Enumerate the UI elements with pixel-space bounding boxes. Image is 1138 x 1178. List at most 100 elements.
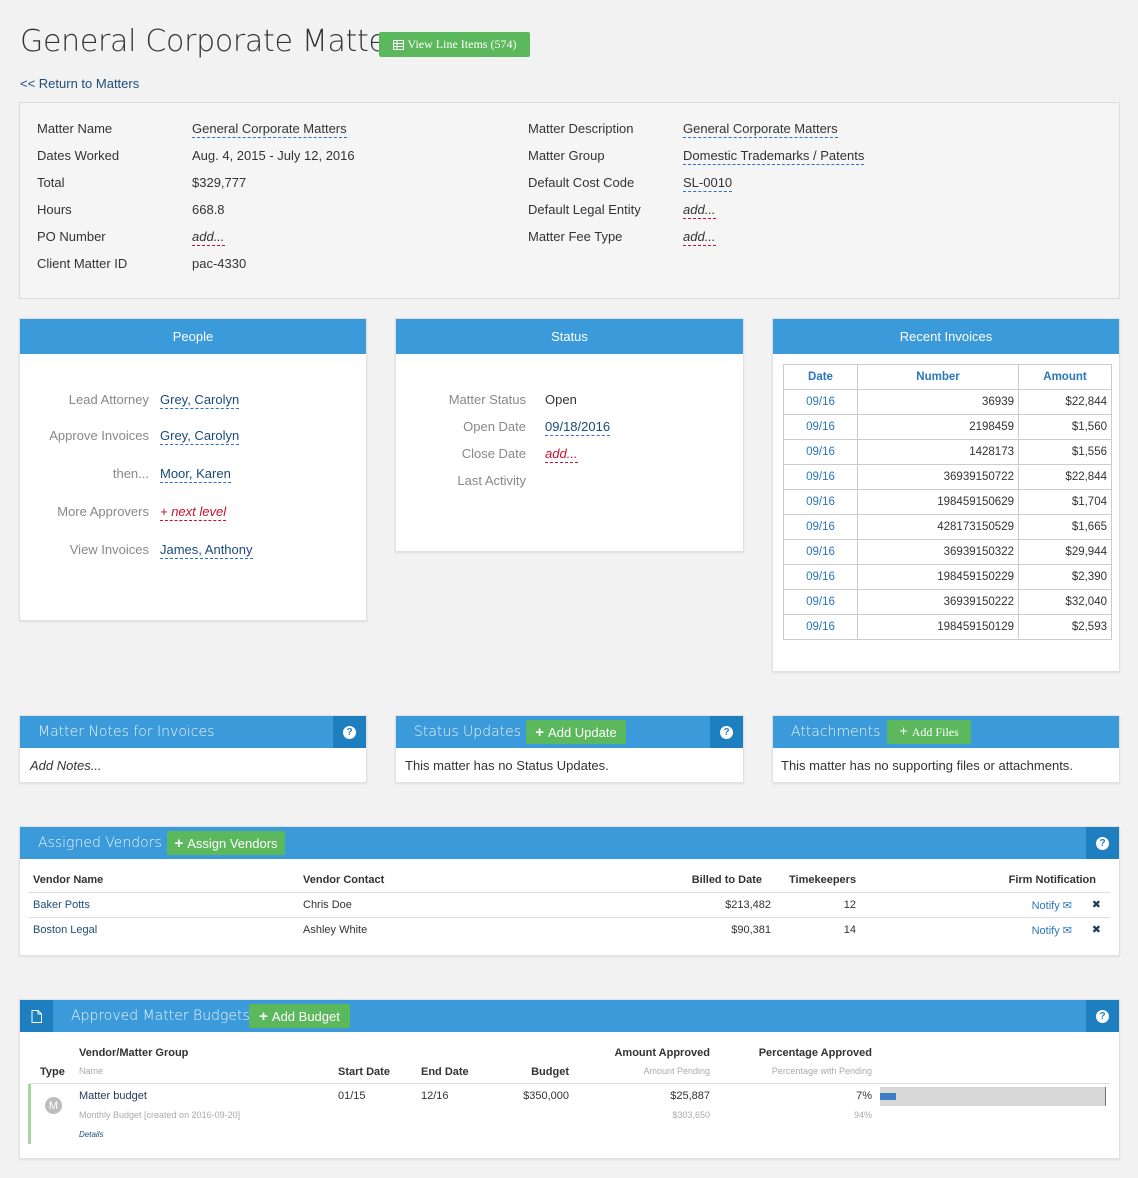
budget-col-type: Type: [40, 1066, 65, 1078]
vendor-col-timekeepers: Timekeepers: [789, 874, 857, 886]
add-update-button[interactable]: + Add Update: [526, 720, 626, 744]
table-row[interactable]: 09/16 198459150629 $1,704: [783, 489, 1112, 515]
invoice-number: 36939150222: [857, 589, 1019, 615]
matter-notes-title: Matter Notes for Invoices: [38, 724, 215, 740]
table-row[interactable]: 09/16 428173150529 $1,665: [783, 514, 1112, 540]
status-value-open-date[interactable]: 09/18/2016: [545, 419, 611, 436]
table-row[interactable]: 09/16 36939150322 $29,944: [783, 539, 1112, 565]
invoice-date[interactable]: 09/16: [783, 464, 858, 490]
detail-value-po-number[interactable]: add...: [192, 229, 225, 246]
vendor-header-divider: [29, 892, 1110, 893]
invoice-number: 36939150322: [857, 539, 1019, 565]
table-row[interactable]: 09/16 1428173 $1,556: [783, 439, 1112, 465]
notify-link[interactable]: Notify ✉: [1032, 924, 1072, 937]
table-row[interactable]: 09/16 36939150222 $32,040: [783, 589, 1112, 615]
invoice-date[interactable]: 09/16: [783, 539, 858, 565]
remove-vendor-icon[interactable]: ✖: [1092, 898, 1101, 911]
detail-value-matter-group[interactable]: Domestic Trademarks / Patents: [683, 148, 865, 165]
invoice-date[interactable]: 09/16: [783, 439, 858, 465]
recent-invoices-header: Recent Invoices: [773, 319, 1119, 354]
detail-value-dates-worked: Aug. 4, 2015 - July 12, 2016: [192, 148, 355, 163]
attachments-title: Attachments: [791, 724, 881, 740]
budget-type-badge: M: [45, 1097, 62, 1114]
add-notes-field[interactable]: Add Notes...: [30, 758, 102, 773]
invoice-date[interactable]: 09/16: [783, 514, 858, 540]
plus-icon: +: [899, 723, 908, 740]
invoices-col-date[interactable]: Date: [783, 364, 858, 390]
invoice-number: 36939150722: [857, 464, 1019, 490]
budget-amount: $350,000: [523, 1090, 569, 1102]
people-value-then[interactable]: Moor, Karen: [160, 466, 231, 483]
invoice-date[interactable]: 09/16: [783, 589, 858, 615]
assigned-vendors-help-button[interactable]: ?: [1086, 827, 1119, 859]
status-updates-empty-text: This matter has no Status Updates.: [405, 758, 609, 773]
document-icon-box: [20, 1000, 53, 1032]
assign-vendors-button[interactable]: + Assign Vendors: [167, 831, 285, 855]
people-label-view-invoices: View Invoices: [69, 542, 149, 557]
detail-value-client-matter-id: pac-4330: [192, 256, 247, 271]
invoices-col-number[interactable]: Number: [857, 364, 1019, 390]
detail-label-hours: Hours: [37, 202, 72, 217]
detail-value-default-cost-code[interactable]: SL-0010: [683, 175, 733, 192]
detail-value-matter-fee-type[interactable]: add...: [683, 229, 716, 246]
people-value-lead-attorney[interactable]: Grey, Carolyn: [160, 392, 240, 409]
people-value-approve-invoices[interactable]: Grey, Carolyn: [160, 428, 240, 445]
plus-icon: +: [174, 834, 184, 852]
invoice-date[interactable]: 09/16: [783, 614, 858, 640]
table-row[interactable]: 09/16 198459150129 $2,593: [783, 614, 1112, 640]
view-line-items-button[interactable]: View Line Items (574): [379, 32, 530, 57]
budget-progress-fill: [880, 1093, 896, 1100]
invoice-amount: $1,560: [1018, 414, 1112, 440]
detail-value-matter-description[interactable]: General Corporate Matters: [683, 121, 838, 138]
table-row[interactable]: 09/16 36939 $22,844: [783, 389, 1112, 415]
invoice-date[interactable]: 09/16: [783, 489, 858, 515]
detail-value-matter-name[interactable]: General Corporate Matters: [192, 121, 347, 138]
status-label-matter-status: Matter Status: [448, 392, 526, 407]
table-row[interactable]: 09/16 2198459 $1,560: [783, 414, 1112, 440]
budget-pending: $303,650: [672, 1110, 710, 1120]
invoice-number: 198459150129: [857, 614, 1019, 640]
notify-link[interactable]: Notify ✉: [1032, 899, 1072, 912]
status-updates-panel: Status Updates + Add Update ? This matter…: [395, 715, 744, 783]
table-row[interactable]: 09/16 36939150722 $22,844: [783, 464, 1112, 490]
add-files-button[interactable]: + Add Files: [887, 720, 971, 744]
people-value-view-invoices[interactable]: James, Anthony: [160, 542, 253, 559]
status-updates-header: Status Updates + Add Update ?: [396, 716, 743, 748]
remove-vendor-icon[interactable]: ✖: [1092, 923, 1101, 936]
matter-notes-help-button[interactable]: ?: [333, 716, 366, 748]
add-budget-button[interactable]: + Add Budget: [249, 1004, 350, 1028]
invoice-amount: $29,944: [1018, 539, 1112, 565]
status-value-close-date[interactable]: add...: [545, 446, 578, 463]
recent-invoices-table: Date Number Amount 09/16 36939 $22,844 09/1…: [783, 364, 1112, 640]
approved-budgets-title: Approved Matter Budgets: [71, 1008, 250, 1024]
budget-col-pct-sub: Percentage with Pending: [771, 1066, 872, 1076]
invoices-col-amount[interactable]: Amount: [1018, 364, 1112, 390]
vendor-contact: Ashley White: [303, 924, 368, 936]
matter-details-panel: Matter Name General Corporate Matters Da…: [19, 102, 1120, 299]
budget-details-link[interactable]: Details: [79, 1130, 103, 1139]
assigned-vendors-header: Assigned Vendors + Assign Vendors ?: [20, 827, 1119, 859]
status-updates-help-button[interactable]: ?: [710, 716, 743, 748]
table-row[interactable]: 09/16 198459150229 $2,390: [783, 564, 1112, 590]
budget-col-group-sub: Name: [79, 1066, 104, 1076]
invoice-amount: $22,844: [1018, 389, 1112, 415]
detail-label-matter-name: Matter Name: [37, 121, 113, 136]
budget-col-budget: Budget: [531, 1066, 569, 1078]
invoice-date[interactable]: 09/16: [783, 414, 858, 440]
invoice-number: 2198459: [857, 414, 1019, 440]
vendor-name-link[interactable]: Baker Potts: [33, 899, 90, 911]
approved-budgets-help-button[interactable]: ?: [1086, 1000, 1119, 1032]
help-icon: ?: [1096, 1009, 1109, 1023]
people-add-next-level[interactable]: + next level: [160, 504, 227, 521]
people-label-then: then...: [112, 466, 149, 481]
detail-label-dates-worked: Dates Worked: [37, 148, 120, 163]
budget-row-accent: [28, 1084, 31, 1144]
detail-label-default-legal-entity: Default Legal Entity: [528, 202, 641, 217]
detail-value-hours: 668.8: [192, 202, 225, 217]
return-to-matters-link[interactable]: << Return to Matters: [20, 76, 139, 91]
invoice-date[interactable]: 09/16: [783, 564, 858, 590]
invoice-number: 198459150229: [857, 564, 1019, 590]
invoice-date[interactable]: 09/16: [783, 389, 858, 415]
detail-value-default-legal-entity[interactable]: add...: [683, 202, 716, 219]
vendor-name-link[interactable]: Boston Legal: [33, 924, 97, 936]
